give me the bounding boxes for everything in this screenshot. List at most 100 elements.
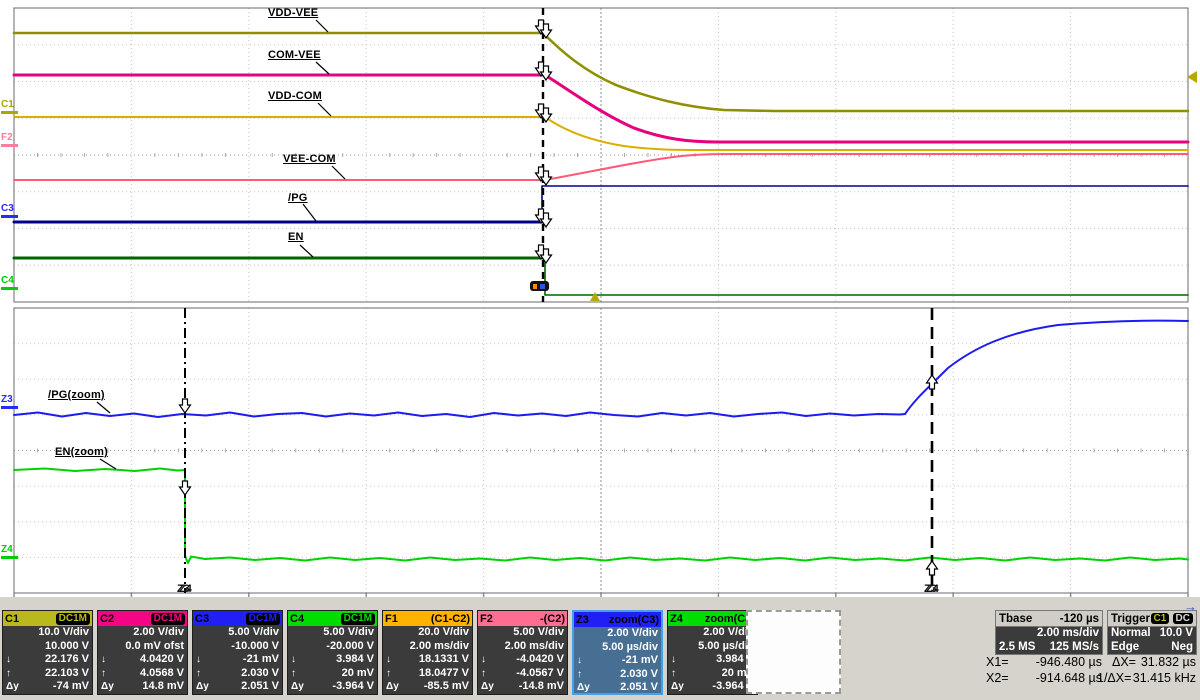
channel-id: C2 (100, 612, 115, 625)
descriptor-header: Z3 zoom(C3) (574, 612, 661, 627)
zoom-region-tag-mark (540, 284, 545, 289)
cursor-arrow-icon[interactable] (178, 398, 192, 415)
descriptor-row: ↑ 18.0477 V (383, 667, 472, 681)
channel-marker-z3[interactable]: Z3 (1, 395, 18, 409)
channel-descriptor-c1[interactable]: C1 DC1M 10.0 V/div 10.000 V ↓ 22.176 V ↑ 22.103… (2, 610, 93, 695)
cursor-glyph: Δy (6, 681, 19, 693)
trigger-box[interactable]: Trigger C1 DC Normal 10.0 V Edge Neg (1107, 610, 1197, 655)
status-panel: C1 DC1M 10.0 V/div 10.000 V ↓ 22.176 V ↑ 22.103… (0, 597, 1200, 700)
descriptor-value: -20.000 V (326, 639, 374, 652)
channel-marker-label: Z3 (1, 394, 13, 405)
cursor-glyph: ↑ (671, 667, 676, 679)
descriptor-row: ↓ 18.1331 V (383, 653, 472, 667)
descriptor-value: 10.000 V (44, 639, 89, 652)
trace-label-leader (96, 401, 111, 414)
descriptor-value: -3.964 V (332, 680, 374, 693)
descriptor-value: -85.5 mV (423, 680, 469, 693)
trace-label: EN(zoom) (55, 446, 108, 458)
channel-id: Z4 (670, 612, 683, 625)
cursor-x1-label: X1= (986, 655, 1009, 669)
descriptor-row: ↓ 4.0420 V (98, 653, 187, 667)
cursor-invdx-value: 31.415 kHz (1132, 671, 1196, 685)
source-expression: (C1-C2) (430, 612, 470, 625)
cursor-invdx-label: 1/ΔX= (1097, 671, 1132, 685)
descriptor-value: 2.00 ms/div (504, 639, 564, 652)
descriptor-row: ↓ 22.176 V (3, 653, 92, 667)
descriptor-value: -74 mV (52, 680, 89, 693)
descriptor-value: 22.176 V (44, 653, 89, 666)
descriptor-row: Δy -3.964 V (288, 680, 377, 694)
descriptor-header: F2 -(C2) (478, 611, 567, 626)
timebase-box[interactable]: Tbase -120 µs 2.00 ms/div 2.5 MS 125 MS/… (995, 610, 1103, 655)
panel-next-arrow-icon[interactable]: → (1184, 599, 1197, 614)
trigger-level: 10.0 V (1159, 627, 1193, 639)
descriptor-value: 5.00 µs/div (602, 640, 658, 653)
descriptor-row: 10.000 V (3, 640, 92, 654)
channel-descriptor-c4[interactable]: C4 DC1M 5.00 V/div -20.000 V ↓ 3.984 V ↑ 20 mV Δ… (287, 610, 378, 695)
descriptor-value: 20 mV (341, 666, 374, 679)
trace-label: VDD-COM (268, 90, 322, 102)
cursor-glyph: ↑ (196, 667, 201, 679)
cursor-glyph: Δy (196, 681, 209, 693)
cursor-trace-tag: Z4 (926, 583, 939, 595)
descriptor-value: 18.1331 V (418, 653, 469, 666)
channel-descriptor-z4[interactable]: Z4 zoom(C4) 2.00 V/div 5.00 µs/div ↓ 3.984 V ↑… (667, 610, 758, 695)
channel-marker-z4[interactable]: Z4 (1, 545, 18, 559)
descriptor-row: 2.00 ms/div (478, 640, 567, 654)
trace-label: /PG(zoom) (48, 389, 105, 401)
channel-marker-bar (1, 111, 18, 114)
cursor-glyph: ↓ (386, 654, 391, 666)
channel-marker-f2[interactable]: F2 (1, 133, 18, 147)
channel-marker-c1[interactable]: C1 (1, 100, 18, 114)
descriptor-value: -4.0420 V (516, 653, 564, 666)
channel-id: F1 (385, 612, 398, 625)
cursor-x1-value: -946.480 µs (1035, 655, 1102, 669)
zoom-region-tag[interactable] (530, 281, 549, 291)
descriptor-header: C1 DC1M (3, 611, 92, 626)
descriptor-value: 2.051 V (241, 680, 279, 693)
tbase-scale: 2.00 ms/div (1036, 627, 1099, 639)
channel-marker-c3[interactable]: C3 (1, 204, 18, 218)
channel-descriptor-f2[interactable]: F2 -(C2) 5.00 V/div 2.00 ms/div ↓ -4.0420 V ↑ -… (477, 610, 568, 695)
channel-descriptor-c2[interactable]: C2 DC1M 2.00 V/div 0.0 mV ofst ↓ 4.0420 V ↑ 4.0… (97, 610, 188, 695)
descriptor-row: Δy 14.8 mV (98, 680, 187, 694)
channel-descriptor-f1[interactable]: F1 (C1-C2) 20.0 V/div 2.00 ms/div ↓ 18.1331 V… (382, 610, 473, 695)
descriptor-value: 10.0 V/div (38, 626, 89, 638)
descriptor-row: ↓ 3.984 V (288, 653, 377, 667)
descriptor-value: -14.8 mV (518, 680, 564, 693)
descriptor-row: 10.0 V/div (3, 626, 92, 640)
descriptor-row: ↑ 20 mV (288, 667, 377, 681)
cursor-glyph: Δy (671, 681, 684, 693)
tbase-samples: 2.5 MS (999, 640, 1036, 653)
channel-marker-label: C1 (1, 99, 14, 110)
trace-label-leader (315, 19, 329, 33)
channel-marker-label: F2 (1, 132, 13, 143)
cursor-arrow-icon[interactable] (925, 559, 939, 576)
coupling-badge: DC1M (55, 612, 90, 625)
cursor-glyph: ↑ (577, 668, 582, 680)
descriptor-value: 2.00 V/div (607, 627, 658, 639)
trace-label-leader (299, 244, 314, 258)
descriptor-value: 4.0568 V (139, 666, 184, 679)
channel-marker-bar (1, 215, 18, 218)
trigger-time-marker-icon[interactable] (590, 292, 600, 301)
descriptor-row: Δy -3.964 V (668, 680, 757, 694)
channel-id: C1 (5, 612, 20, 625)
tbase-title: Tbase (999, 612, 1033, 625)
zoom-region-tag-mark (533, 284, 537, 289)
channel-marker-c4[interactable]: C4 (1, 276, 18, 290)
empty-descriptor-slot[interactable] (746, 610, 841, 694)
channel-descriptor-c3[interactable]: C3 DC1M 5.00 V/div -10.000 V ↓ -21 mV ↑ 2.030 V… (192, 610, 283, 695)
coupling-badge: DC1M (245, 612, 280, 625)
cursor-glyph: ↓ (196, 654, 201, 666)
cursor-trace-tag: Z4 (179, 583, 192, 595)
cursor-glyph: ↓ (577, 655, 582, 667)
channel-descriptor-z3[interactable]: Z3 zoom(C3) 2.00 V/div 5.00 µs/div ↓ -21 mV ↑ 2… (572, 610, 663, 695)
channel-id: C4 (290, 612, 305, 625)
cursor-arrow-icon[interactable] (178, 480, 192, 497)
channel-marker-bar (1, 144, 18, 147)
descriptor-value: 22.103 V (44, 666, 89, 679)
coupling-badge: DC1M (340, 612, 375, 625)
descriptor-value: -21 mV (242, 653, 279, 666)
descriptor-row: 0.0 mV ofst (98, 640, 187, 654)
